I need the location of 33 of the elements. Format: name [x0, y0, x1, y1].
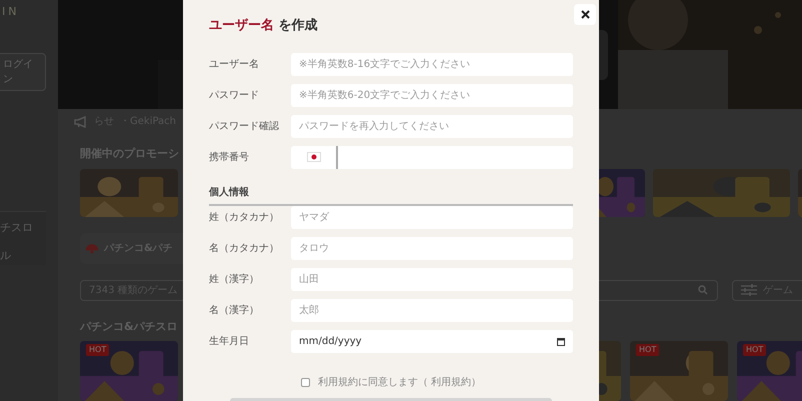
- field-label: パスワード確認: [209, 120, 280, 134]
- input-field[interactable]: ※半角英数8-16文字でご入力ください: [291, 52, 573, 76]
- input-field[interactable]: 太郎: [291, 298, 573, 322]
- hot-badge: HOT: [743, 344, 766, 356]
- sliders-icon: [741, 284, 757, 296]
- input-field[interactable]: ※半角英数6-20文字でご入力ください: [291, 84, 573, 106]
- checkbox-label: 利用規約に同意します（ 利用規約）: [318, 376, 482, 390]
- field-label: 名（漢字）: [209, 304, 260, 318]
- field-label: 姓（カタカナ）: [209, 210, 280, 224]
- field-label: 携帯番号: [209, 150, 250, 164]
- checkbox[interactable]: [300, 378, 310, 386]
- search-icon: [698, 284, 708, 294]
- close-button[interactable]: [574, 4, 596, 25]
- flag-icon: [306, 152, 320, 162]
- logo-text: IN: [1, 4, 20, 20]
- date-field[interactable]: mm/dd/yyyy: [291, 330, 573, 352]
- close-icon: [580, 10, 590, 19]
- country-select[interactable]: [291, 146, 338, 168]
- input-field[interactable]: 山田: [291, 268, 573, 290]
- calendar-icon: [557, 338, 565, 346]
- phone-field[interactable]: [338, 146, 573, 168]
- field-label: ユーザー名: [209, 58, 260, 72]
- field-label: パスワード: [209, 88, 260, 102]
- field-label: 姓（漢字）: [209, 272, 260, 286]
- fan-icon: [84, 241, 100, 256]
- hot-badge: HOT: [86, 344, 110, 356]
- input-field[interactable]: ヤマダ: [291, 206, 573, 228]
- field-label: 生年月日: [209, 334, 250, 348]
- modal-title: ユーザー名 を作成: [209, 17, 319, 35]
- input-field[interactable]: パスワードを再入力してください: [291, 114, 573, 138]
- input-field[interactable]: タロウ: [291, 236, 573, 260]
- megaphone-icon: [74, 116, 88, 128]
- hot-badge: HOT: [636, 344, 660, 356]
